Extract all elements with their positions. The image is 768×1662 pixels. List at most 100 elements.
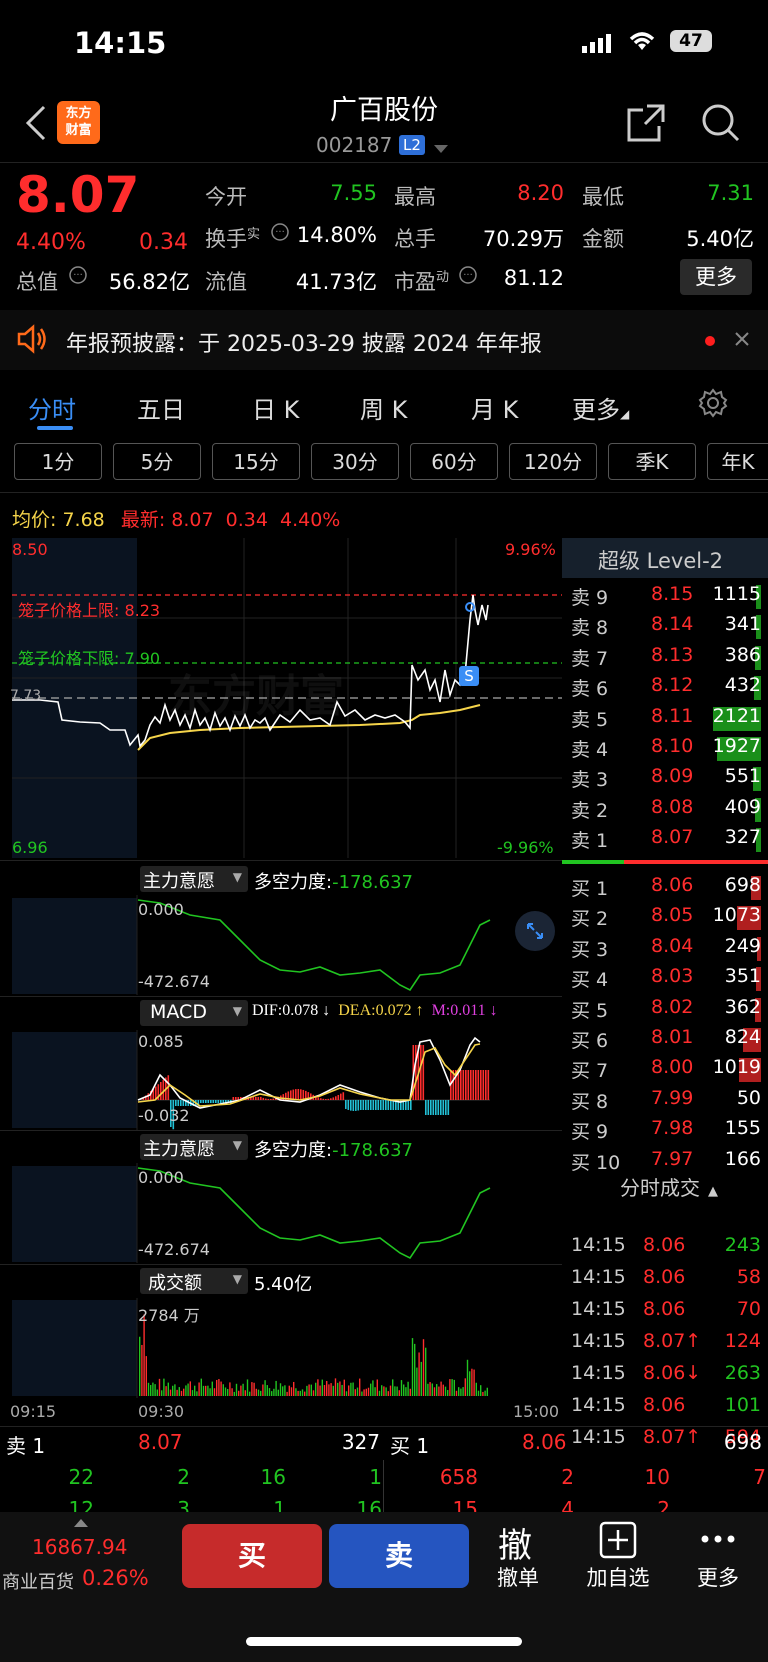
period-year-k[interactable]: 年K: [707, 443, 768, 480]
tab-intraday[interactable]: 分时: [28, 390, 76, 425]
bid-row-2[interactable]: 买 2 8.05 1073: [571, 904, 761, 934]
volume-bar: [431, 1383, 433, 1396]
more-label[interactable]: 更多: [690, 1562, 746, 1592]
buy-button[interactable]: 买: [182, 1524, 322, 1588]
collapse-up-icon[interactable]: [74, 1513, 88, 1532]
pe-info-icon[interactable]: ···: [458, 265, 478, 289]
turnover-label: 换手实: [205, 227, 261, 251]
bid-row-1[interactable]: 买 1 8.06 698: [571, 874, 761, 904]
add-watchlist-label[interactable]: 加自选: [578, 1562, 658, 1592]
ask-row-5[interactable]: 卖 5 8.11 2121: [571, 705, 761, 735]
volume-bar: [332, 1385, 334, 1396]
ask-row-1[interactable]: 卖 9 8.15 1115: [571, 583, 761, 613]
volume-bar: [482, 1391, 484, 1396]
level-price: 8.03: [651, 965, 694, 988]
period-1min[interactable]: 1分: [14, 443, 102, 480]
info-icon[interactable]: ···: [68, 265, 88, 289]
macd-bar: [210, 1100, 212, 1103]
home-indicator[interactable]: [246, 1637, 522, 1646]
volume-bar: [411, 1338, 414, 1396]
mktcap-label: 总值: [16, 270, 58, 294]
sell-button[interactable]: 卖: [329, 1524, 469, 1588]
macd-selector[interactable]: MACD ▼: [140, 1000, 248, 1026]
macd-bar: [375, 1100, 377, 1110]
ask-row-8[interactable]: 卖 2 8.08 409: [571, 796, 761, 826]
macd-bar: [440, 1100, 442, 1115]
more-dots-icon[interactable]: [700, 1530, 736, 1549]
tick-row: 14:15 8.07↑ 124: [571, 1330, 761, 1362]
settings-gear-icon[interactable]: [698, 388, 728, 422]
volume-bar: [169, 1389, 172, 1396]
zlyy2-selector[interactable]: 主力意愿 ▼: [140, 1134, 248, 1160]
tab-monthly-k[interactable]: 月 K: [471, 390, 518, 425]
bid-row-4[interactable]: 买 4 8.03 351: [571, 965, 761, 995]
volume-bar: [178, 1387, 180, 1396]
level-price: 8.09: [651, 765, 694, 788]
macd-bar: [200, 1100, 202, 1103]
volume-bar: [374, 1387, 376, 1396]
amount-label: 金额: [582, 227, 624, 251]
period-30min[interactable]: 30分: [311, 443, 399, 480]
dropdown-icon[interactable]: [434, 140, 448, 159]
period-120min[interactable]: 120分: [509, 443, 597, 480]
macd-bar: [160, 1082, 162, 1100]
cancel-icon[interactable]: 撤: [498, 1518, 532, 1567]
bid-row-3[interactable]: 买 3 8.04 249: [571, 935, 761, 965]
ask-row-3[interactable]: 卖 7 8.13 386: [571, 644, 761, 674]
expand-icon[interactable]: [515, 911, 555, 951]
cancel-order-label[interactable]: 撤单: [480, 1562, 556, 1592]
period-quarter-k[interactable]: 季K: [608, 443, 696, 480]
tab-five-day[interactable]: 五日: [137, 390, 185, 425]
tab-weekly-k[interactable]: 周 K: [360, 390, 407, 425]
index-pct[interactable]: 0.26%: [82, 1566, 149, 1590]
volume-bar: [414, 1343, 416, 1396]
volume-bar: [158, 1378, 161, 1396]
bid-row-8[interactable]: 买 8 7.99 50: [571, 1087, 761, 1117]
bid-row-9[interactable]: 买 9 7.98 155: [571, 1117, 761, 1147]
sum-sell-vol: 327: [341, 1430, 380, 1454]
turnover-info-icon[interactable]: ···: [270, 222, 290, 246]
volume-bar: [387, 1391, 389, 1396]
bid-row-5[interactable]: 买 5 8.02 362: [571, 996, 761, 1026]
ask-row-7[interactable]: 卖 3 8.09 551: [571, 765, 761, 795]
bid-row-6[interactable]: 买 6 8.01 824: [571, 1026, 761, 1056]
search-icon[interactable]: [700, 102, 742, 148]
zlyy-line: 多空力度:-178.637: [254, 872, 414, 893]
share-icon[interactable]: [625, 102, 667, 148]
book-ratio-bar: [562, 860, 768, 864]
macd-chart: [136, 1030, 490, 1130]
sell-marker-icon[interactable]: S: [459, 666, 479, 686]
more-quote-button[interactable]: 更多: [680, 259, 752, 295]
tab-underline: [37, 426, 73, 430]
bid-row-7[interactable]: 买 7 8.00 1019: [571, 1056, 761, 1086]
volume-bar: [394, 1386, 396, 1396]
axis-top-left: 8.50: [12, 540, 48, 559]
level-volume: 824: [724, 1026, 761, 1048]
amount-selector[interactable]: 成交额 ▼: [140, 1268, 248, 1294]
level-label: 买 9: [571, 1121, 609, 1144]
sum-sell-price: 8.07: [138, 1430, 183, 1454]
volume-bar: [356, 1387, 359, 1396]
tab-daily-k[interactable]: 日 K: [252, 390, 299, 425]
volume-bar: [235, 1383, 238, 1396]
level-label: 买 5: [571, 999, 609, 1022]
macd-bar: [362, 1100, 365, 1110]
close-icon[interactable]: [734, 331, 750, 351]
ask-row-6[interactable]: 卖 4 8.10 1927: [571, 735, 761, 765]
tick-row: 14:15 8.06↓ 263: [571, 1362, 761, 1394]
macd-bar: [480, 1070, 482, 1100]
ask-row-2[interactable]: 卖 8 8.14 341: [571, 613, 761, 643]
period-5min[interactable]: 5分: [113, 443, 201, 480]
period-15min[interactable]: 15分: [212, 443, 300, 480]
index-name[interactable]: 商业百货: [2, 1568, 74, 1594]
period-60min[interactable]: 60分: [410, 443, 498, 480]
tab-more[interactable]: 更多◢: [572, 390, 629, 425]
zlyy-selector[interactable]: 主力意愿 ▼: [140, 866, 248, 892]
ticks-title[interactable]: 分时成交 ▲: [620, 1172, 718, 1201]
ask-row-4[interactable]: 卖 6 8.12 432: [571, 674, 761, 704]
index-value[interactable]: 16867.94: [32, 1535, 127, 1559]
add-watchlist-icon[interactable]: [599, 1521, 637, 1563]
ask-row-9[interactable]: 卖 1 8.07 327: [571, 826, 761, 856]
volume-bar: [152, 1382, 154, 1396]
open-label: 今开: [205, 185, 247, 209]
